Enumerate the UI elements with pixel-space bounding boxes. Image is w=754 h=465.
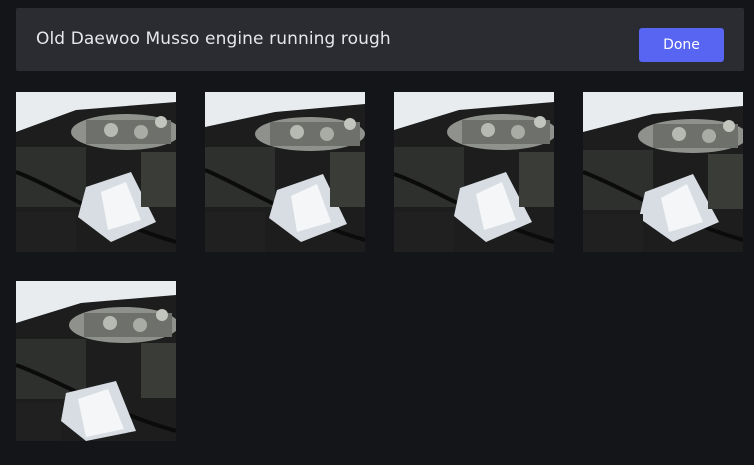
engine-photo-image bbox=[583, 92, 743, 252]
photo-thumbnail[interactable] bbox=[205, 92, 365, 252]
engine-photo-image bbox=[16, 281, 176, 441]
page-title: Old Daewoo Musso engine running rough bbox=[36, 29, 391, 49]
photo-thumbnail[interactable] bbox=[583, 92, 743, 252]
photo-thumbnail[interactable] bbox=[394, 92, 554, 252]
engine-photo-image bbox=[394, 92, 554, 252]
photo-thumbnail[interactable] bbox=[16, 281, 176, 441]
engine-photo-image bbox=[16, 92, 176, 252]
engine-photo-image bbox=[205, 92, 365, 252]
done-button[interactable]: Done bbox=[639, 28, 724, 62]
photo-thumbnail[interactable] bbox=[16, 92, 176, 252]
header-bar: Old Daewoo Musso engine running rough Do… bbox=[16, 8, 744, 71]
